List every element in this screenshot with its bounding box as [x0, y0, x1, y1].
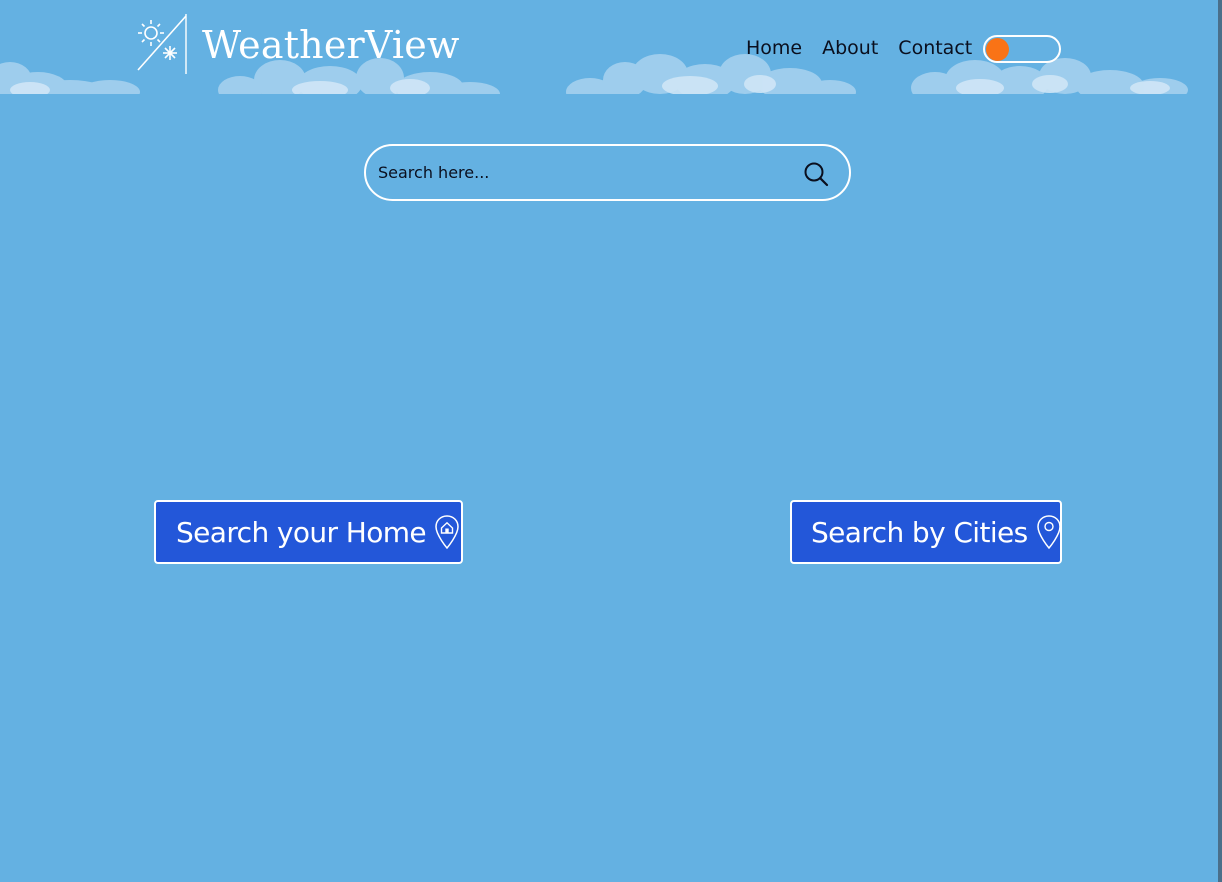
brand-name: WeatherView — [202, 23, 460, 67]
search-bar — [364, 144, 851, 201]
location-pin-icon — [1036, 515, 1061, 550]
window-edge — [1218, 0, 1222, 882]
search-input[interactable] — [376, 162, 780, 183]
search-cities-button[interactable]: Search by Cities — [790, 500, 1062, 564]
brand-logo[interactable]: WeatherView — [136, 14, 460, 76]
theme-toggle[interactable] — [983, 35, 1061, 63]
sun-snow-icon — [137, 14, 187, 74]
nav-contact-link[interactable]: Contact — [898, 37, 972, 59]
search-cities-label: Search by Cities — [811, 515, 1028, 549]
search-home-label: Search your Home — [176, 515, 427, 549]
search-home-button[interactable]: Search your Home — [154, 500, 463, 564]
main-nav: Home About Contact — [746, 37, 972, 59]
search-icon[interactable] — [803, 161, 829, 187]
toggle-knob — [986, 38, 1009, 61]
home-pin-icon — [435, 515, 459, 550]
weather-page: WeatherView Home About Contact Search yo… — [0, 0, 1222, 882]
site-header: WeatherView Home About Contact — [0, 0, 1218, 94]
nav-about-link[interactable]: About — [822, 37, 878, 59]
nav-home-link[interactable]: Home — [746, 37, 802, 59]
